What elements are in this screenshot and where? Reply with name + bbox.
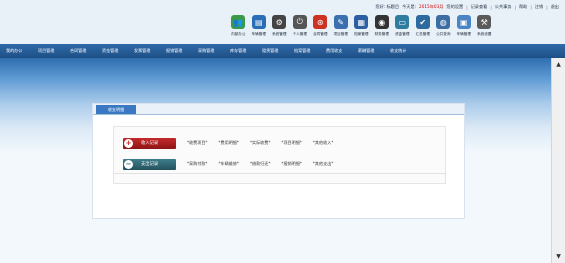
money-icon: ▭ <box>395 15 410 29</box>
nav-item[interactable]: 采购管理 <box>192 44 224 58</box>
module-book-button[interactable]: ▦ 档案管理 <box>351 15 372 43</box>
chat-icon: ▣ <box>456 15 471 29</box>
module-note-button[interactable]: ✎ 项目管理 <box>331 15 352 43</box>
quick-link[interactable]: *报销明细* <box>281 161 301 167</box>
book-icon: ▦ <box>354 15 369 29</box>
nav-item[interactable]: 我的办公 <box>0 44 32 58</box>
top-link[interactable]: 您好: 标题目 <box>375 4 399 10</box>
panel-tab[interactable]: 收支明细 <box>96 105 136 114</box>
module-label: 汇总管理 <box>415 32 430 36</box>
separator: | <box>530 4 532 10</box>
module-label: 项目管理 <box>333 32 348 36</box>
nav-item[interactable]: 资金管理 <box>96 44 128 58</box>
nav-item[interactable]: 费用收支 <box>320 44 352 58</box>
module-label: 内部办公 <box>231 32 246 36</box>
module-set-button[interactable]: ⚒ 系统设置 <box>474 15 495 43</box>
doc-icon: ▤ <box>251 15 266 29</box>
module-doc-button[interactable]: ▤ 车辆管理 <box>249 15 270 43</box>
module-label: 档案管理 <box>354 32 369 36</box>
nav-item[interactable]: 薪酬管理 <box>352 44 384 58</box>
module-power-button[interactable]: ⏻ 个人管理 <box>290 15 311 43</box>
expense-button[interactable]: − 支出记录 <box>123 158 176 170</box>
quick-link[interactable]: *其他收入* <box>313 140 333 146</box>
module-gear-button[interactable]: ⚙ 系统管理 <box>269 15 290 43</box>
set-icon: ⚒ <box>477 15 492 29</box>
top-header: 您好: 标题目 今天是: 2015年03月 您的设置 | 记录查看 | 公共事务 | 帮助 | 注销 |… <box>0 0 565 44</box>
module-label: 车辆管理 <box>456 32 471 36</box>
module-label: 公共查询 <box>436 32 451 36</box>
module-chat-button[interactable]: ▣ 车辆管理 <box>454 15 475 43</box>
module-label: 车辆管理 <box>251 32 266 36</box>
module-label: 系统管理 <box>272 32 287 36</box>
finance-panel: 收支明细 + 收入记录 *收费项目* *费用明细* *实际收费* *项目明细* *其他收… <box>92 103 465 219</box>
quick-link[interactable]: *实际收费* <box>250 140 270 146</box>
top-link[interactable]: 公共事务 <box>495 4 512 10</box>
module-cart-button[interactable]: ⊛ 合同管理 <box>310 15 331 43</box>
separator: | <box>546 4 548 10</box>
quick-link[interactable]: *其他支出* <box>313 161 333 167</box>
module-office-button[interactable]: 👥 内部办公 <box>228 15 249 43</box>
top-link[interactable]: 退出 <box>551 4 559 10</box>
quick-link[interactable]: *车辆维修* <box>218 161 238 167</box>
income-button-label: 收入记录 <box>141 141 159 146</box>
power-icon: ⏻ <box>292 15 307 29</box>
top-link[interactable]: 记录查看 <box>471 4 488 10</box>
globe-icon: ◍ <box>436 15 451 29</box>
nav-item[interactable]: 档案管理 <box>288 44 320 58</box>
expense-row: − 支出记录 *采购付款* *车辆维修* *借款归还* *报销明细* *其他支出* <box>123 158 333 170</box>
divider <box>114 173 445 174</box>
scroll-up-icon[interactable]: ▲ <box>554 61 563 68</box>
nav-item[interactable]: 报销管理 <box>160 44 192 58</box>
nav-item[interactable]: 发票管理 <box>128 44 160 58</box>
top-link[interactable]: 帮助 <box>519 4 527 10</box>
separator: | <box>466 4 468 10</box>
module-icon-bar: 👥 内部办公 ▤ 车辆管理 ⚙ 系统管理 ⏻ 个人管理 ⊛ 合同管理 ✎ 项目管理 ▦ 档案管理 ◉ 财务管理… <box>228 15 495 43</box>
check-icon: ✔ <box>415 15 430 29</box>
module-label: 资金管理 <box>395 32 410 36</box>
income-button[interactable]: + 收入记录 <box>123 137 176 149</box>
main-nav: 我的办公 项目管理 合同管理 资金管理 发票管理 报销管理 采购管理 库存管理 租赁管理 档案管理… <box>0 44 565 58</box>
nav-item[interactable]: 项目管理 <box>32 44 64 58</box>
vertical-scrollbar[interactable]: ▲ ▼ <box>551 58 565 263</box>
quick-link[interactable]: *采购付款* <box>187 161 207 167</box>
module-money-button[interactable]: ▭ 资金管理 <box>392 15 413 43</box>
quick-link[interactable]: *项目明细* <box>281 140 301 146</box>
module-label: 个人管理 <box>292 32 307 36</box>
separator: | <box>490 4 492 10</box>
top-link[interactable]: 您的设置 <box>446 4 463 10</box>
income-row: + 收入记录 *收费项目* *费用明细* *实际收费* *项目明细* *其他收入* <box>123 137 333 149</box>
module-globe-button[interactable]: ◍ 公共查询 <box>433 15 454 43</box>
plus-icon: + <box>124 138 133 148</box>
income-links: *收费项目* *费用明细* *实际收费* *项目明细* *其他收入* <box>187 140 333 146</box>
note-icon: ✎ <box>333 15 348 29</box>
module-data-button[interactable]: ◉ 财务管理 <box>372 15 393 43</box>
quick-link[interactable]: *费用明细* <box>218 140 238 146</box>
nav-item[interactable]: 收支统计 <box>384 44 416 58</box>
top-link[interactable]: 今天是: <box>402 4 416 10</box>
nav-item[interactable]: 库存管理 <box>224 44 256 58</box>
separator: | <box>514 4 516 10</box>
cart-icon: ⊛ <box>313 15 328 29</box>
module-label: 合同管理 <box>313 32 328 36</box>
office-icon: 👥 <box>231 15 246 29</box>
top-link[interactable]: 注销 <box>535 4 543 10</box>
minus-icon: − <box>124 159 133 169</box>
top-links: 您好: 标题目 今天是: 2015年03月 您的设置 | 记录查看 | 公共事务 | 帮助 | 注销 |… <box>375 2 559 12</box>
module-label: 系统设置 <box>477 32 492 36</box>
nav-item[interactable]: 租赁管理 <box>256 44 288 58</box>
quick-link[interactable]: *收费项目* <box>187 140 207 146</box>
panel-inner: + 收入记录 *收费项目* *费用明细* *实际收费* *项目明细* *其他收入* − … <box>113 126 446 184</box>
expense-links: *采购付款* *车辆维修* *借款归还* *报销明细* *其他支出* <box>187 161 333 167</box>
expense-button-label: 支出记录 <box>141 162 159 167</box>
scroll-down-icon[interactable]: ▼ <box>554 253 563 260</box>
gear-icon: ⚙ <box>272 15 287 29</box>
nav-item[interactable]: 合同管理 <box>64 44 96 58</box>
module-label: 财务管理 <box>374 32 389 36</box>
data-icon: ◉ <box>374 15 389 29</box>
top-link[interactable]: 2015年03月 <box>419 4 443 10</box>
quick-link[interactable]: *借款归还* <box>250 161 270 167</box>
module-check-button[interactable]: ✔ 汇总管理 <box>413 15 434 43</box>
panel-header: 收支明细 <box>93 104 464 115</box>
